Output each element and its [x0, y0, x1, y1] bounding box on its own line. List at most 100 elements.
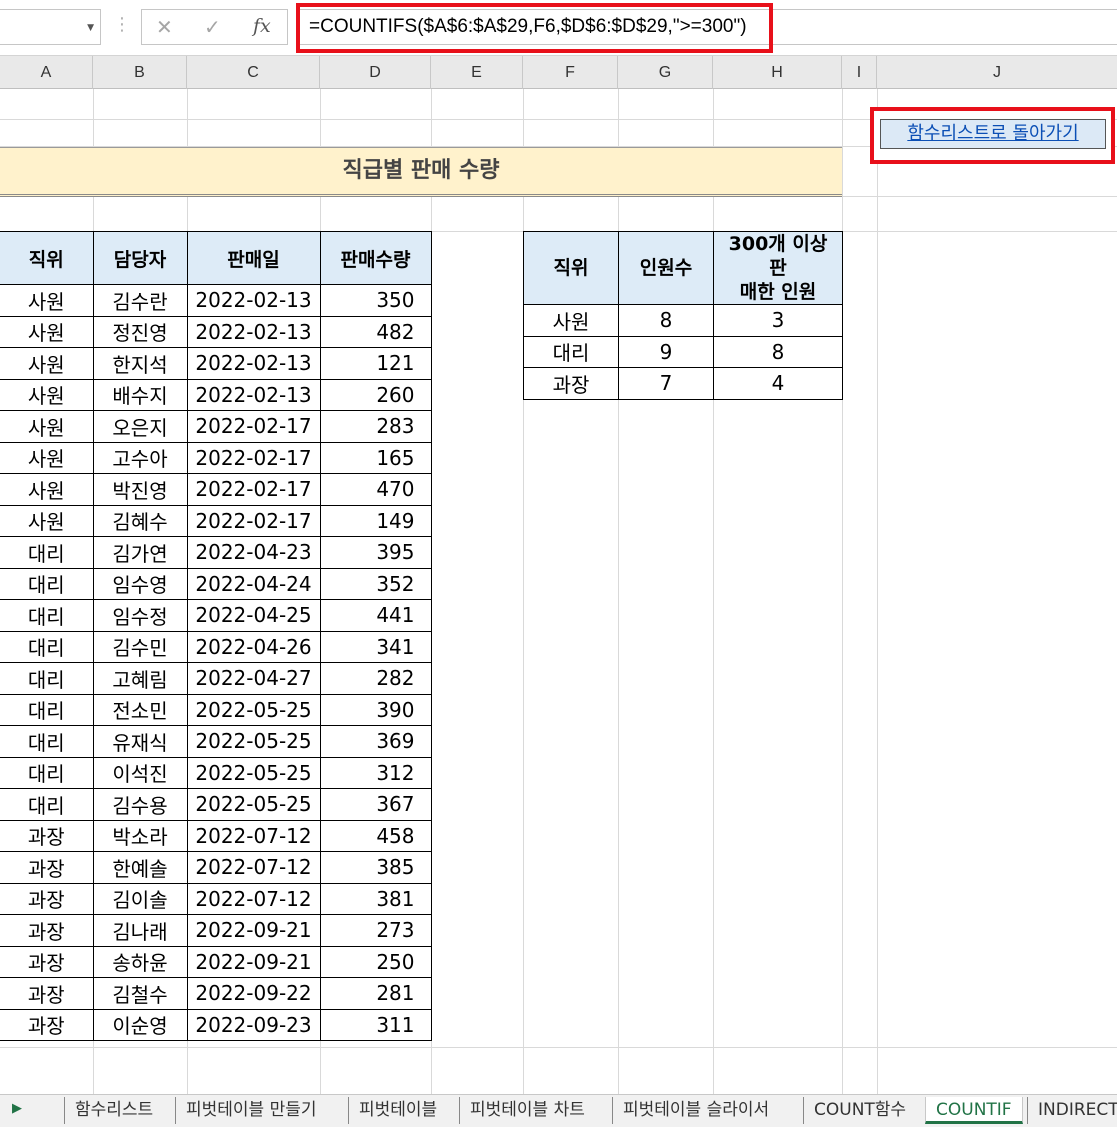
- cell-date[interactable]: 2022-04-25: [186, 599, 321, 632]
- cell-quantity[interactable]: 367: [319, 788, 432, 821]
- insert-function-icon[interactable]: fx: [253, 15, 271, 37]
- cell-quantity[interactable]: 281: [319, 977, 432, 1010]
- cell-quantity[interactable]: 369: [319, 725, 432, 758]
- cell-date[interactable]: 2022-02-13: [186, 347, 321, 380]
- cell-manager[interactable]: 한지석: [92, 347, 188, 380]
- cell-date[interactable]: 2022-09-21: [186, 914, 321, 947]
- column-header-i[interactable]: I: [842, 56, 877, 89]
- column-header-g[interactable]: G: [618, 56, 713, 89]
- tab-countif[interactable]: COUNTIF: [925, 1097, 1023, 1124]
- cell-position[interactable]: 사원: [0, 410, 94, 443]
- cell-date[interactable]: 2022-05-25: [186, 725, 321, 758]
- cell-headcount[interactable]: 9: [618, 335, 714, 368]
- column-header-b[interactable]: B: [93, 56, 187, 89]
- cell-headcount[interactable]: 7: [618, 367, 714, 400]
- chevron-down-icon[interactable]: ▼: [87, 23, 94, 33]
- cell-quantity[interactable]: 282: [319, 662, 432, 695]
- header-cell-over-300-count[interactable]: 300개 이상 판 매한 인원: [713, 231, 843, 305]
- cell-date[interactable]: 2022-05-25: [186, 788, 321, 821]
- cell-date[interactable]: 2022-02-17: [186, 473, 321, 506]
- cell-manager[interactable]: 송하윤: [92, 945, 188, 978]
- cell-quantity[interactable]: 273: [319, 914, 432, 947]
- cell-quantity[interactable]: 470: [319, 473, 432, 506]
- cell-position[interactable]: 대리: [0, 662, 94, 695]
- cell-date[interactable]: 2022-02-17: [186, 410, 321, 443]
- cell-position[interactable]: 사원: [523, 304, 619, 337]
- cell-manager[interactable]: 임수영: [92, 567, 188, 600]
- cell-manager[interactable]: 이순영: [92, 1008, 188, 1041]
- tab-pivot-slicer[interactable]: 피벗테이블 슬라이서: [612, 1097, 779, 1124]
- cell-manager[interactable]: 한예솔: [92, 851, 188, 884]
- cell-manager[interactable]: 김혜수: [92, 504, 188, 537]
- cell-position[interactable]: 과장: [0, 851, 94, 884]
- cell-manager[interactable]: 김수란: [92, 284, 188, 317]
- cell-quantity[interactable]: 149: [319, 504, 432, 537]
- cell-quantity[interactable]: 312: [319, 756, 432, 789]
- tab-function-list[interactable]: 함수리스트: [64, 1097, 163, 1124]
- cell-position[interactable]: 대리: [0, 567, 94, 600]
- cell-date[interactable]: 2022-04-24: [186, 567, 321, 600]
- cell-date[interactable]: 2022-02-13: [186, 315, 321, 348]
- cell-quantity[interactable]: 458: [319, 819, 432, 852]
- tab-pivot-create[interactable]: 피벗테이블 만들기: [175, 1097, 327, 1124]
- cell-date[interactable]: 2022-04-27: [186, 662, 321, 695]
- header-cell-date[interactable]: 판매일: [186, 231, 321, 285]
- header-cell-position[interactable]: 직위: [523, 231, 619, 305]
- drag-handle-icon[interactable]: ⋮: [113, 14, 131, 35]
- column-header-e[interactable]: E: [431, 56, 523, 89]
- cell-position[interactable]: 과장: [0, 945, 94, 978]
- cell-position[interactable]: 과장: [0, 819, 94, 852]
- cell-quantity[interactable]: 283: [319, 410, 432, 443]
- cell-manager[interactable]: 배수지: [92, 378, 188, 411]
- cell-date[interactable]: 2022-02-17: [186, 504, 321, 537]
- cell-quantity[interactable]: 390: [319, 693, 432, 726]
- cell-date[interactable]: 2022-09-22: [186, 977, 321, 1010]
- cell-manager[interactable]: 김수민: [92, 630, 188, 663]
- cell-position[interactable]: 대리: [0, 599, 94, 632]
- cell-position[interactable]: 사원: [0, 347, 94, 380]
- cell-quantity[interactable]: 381: [319, 882, 432, 915]
- cell-manager[interactable]: 오은지: [92, 410, 188, 443]
- play-icon[interactable]: ▶: [12, 1101, 22, 1116]
- cell-quantity[interactable]: 441: [319, 599, 432, 632]
- tab-pivot-chart[interactable]: 피벗테이블 차트: [459, 1097, 595, 1124]
- cell-position[interactable]: 과장: [0, 1008, 94, 1041]
- cell-quantity[interactable]: 121: [319, 347, 432, 380]
- cell-position[interactable]: 대리: [0, 693, 94, 726]
- cell-date[interactable]: 2022-07-12: [186, 851, 321, 884]
- close-icon[interactable]: ✕: [156, 15, 173, 39]
- cell-date[interactable]: 2022-05-25: [186, 693, 321, 726]
- cell-position[interactable]: 대리: [0, 756, 94, 789]
- tab-count-function[interactable]: COUNT함수: [803, 1097, 916, 1124]
- cell-over-300-count[interactable]: 3: [713, 304, 843, 337]
- cell-quantity[interactable]: 260: [319, 378, 432, 411]
- cell-quantity[interactable]: 352: [319, 567, 432, 600]
- cell-manager[interactable]: 임수정: [92, 599, 188, 632]
- cell-quantity[interactable]: 482: [319, 315, 432, 348]
- cell-position[interactable]: 사원: [0, 441, 94, 474]
- cell-manager[interactable]: 박소라: [92, 819, 188, 852]
- cell-manager[interactable]: 이석진: [92, 756, 188, 789]
- cell-date[interactable]: 2022-07-12: [186, 819, 321, 852]
- cell-quantity[interactable]: 350: [319, 284, 432, 317]
- cell-position[interactable]: 사원: [0, 504, 94, 537]
- cell-manager[interactable]: 김가연: [92, 536, 188, 569]
- cell-position[interactable]: 대리: [523, 335, 619, 368]
- cell-quantity[interactable]: 395: [319, 536, 432, 569]
- cell-date[interactable]: 2022-04-23: [186, 536, 321, 569]
- tab-indirect[interactable]: INDIRECT: [1027, 1097, 1117, 1124]
- cell-quantity[interactable]: 165: [319, 441, 432, 474]
- cell-manager[interactable]: 김나래: [92, 914, 188, 947]
- cell-date[interactable]: 2022-09-23: [186, 1008, 321, 1041]
- cell-position[interactable]: 대리: [0, 536, 94, 569]
- back-to-function-list-link[interactable]: 함수리스트로 돌아가기: [880, 119, 1106, 149]
- column-header-f[interactable]: F: [523, 56, 618, 89]
- cell-position[interactable]: 과장: [523, 367, 619, 400]
- cell-manager[interactable]: 김수용: [92, 788, 188, 821]
- cell-manager[interactable]: 박진영: [92, 473, 188, 506]
- cell-quantity[interactable]: 341: [319, 630, 432, 663]
- cell-headcount[interactable]: 8: [618, 304, 714, 337]
- cell-manager[interactable]: 정진영: [92, 315, 188, 348]
- cell-position[interactable]: 대리: [0, 630, 94, 663]
- header-cell-position[interactable]: 직위: [0, 231, 94, 285]
